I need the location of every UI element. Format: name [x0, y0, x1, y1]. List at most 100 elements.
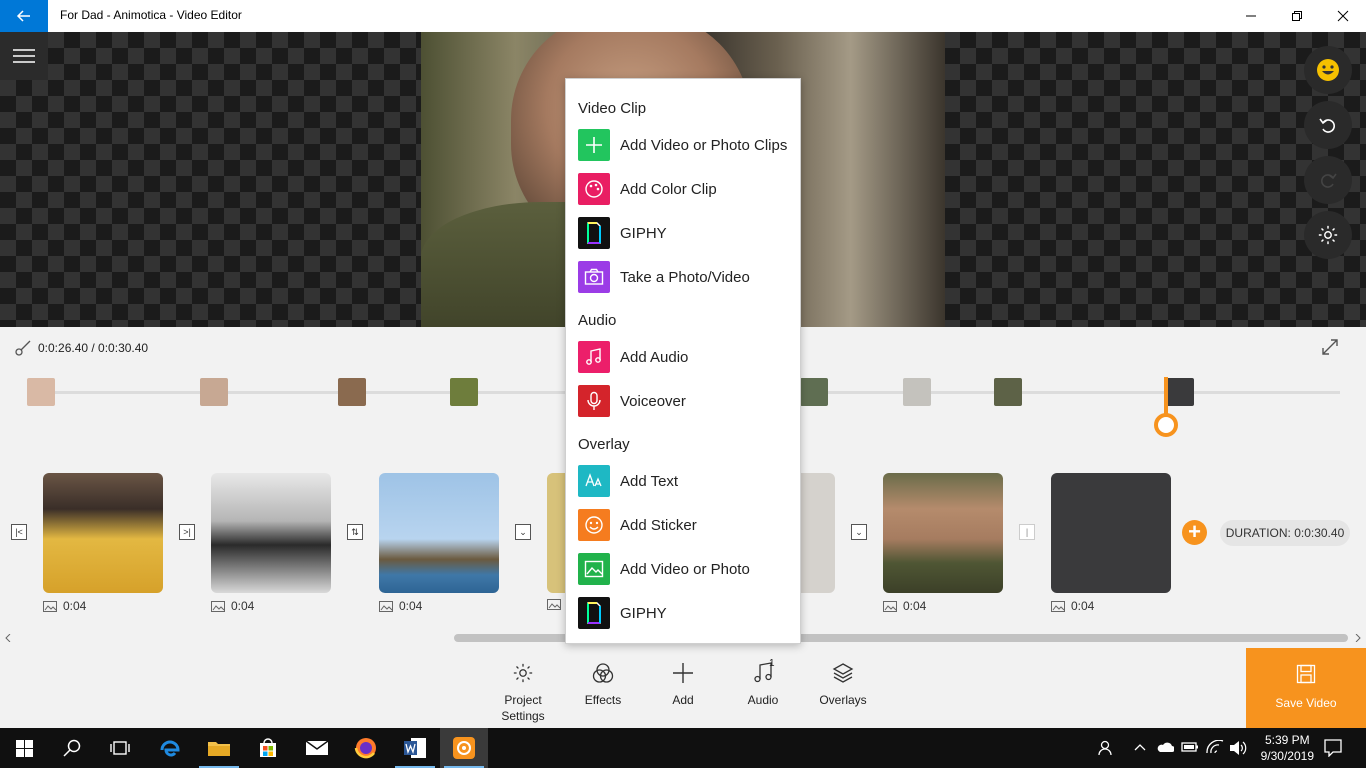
menu-item-label: Add Video or Photo — [620, 560, 750, 578]
clip-duration: 0:04 — [231, 599, 255, 613]
chevron-right-icon[interactable] — [1354, 634, 1362, 642]
menu-item-add-video-photo[interactable]: Add Video or Photo — [578, 552, 798, 586]
text-icon — [578, 465, 610, 497]
clip-duration: 0:04 — [63, 599, 87, 613]
wifi-icon[interactable] — [1206, 740, 1224, 754]
close-button[interactable] — [1320, 0, 1366, 32]
menu-item-label: GIPHY — [620, 224, 667, 242]
search-button[interactable] — [48, 728, 96, 768]
timecode: 0:0:26.40 / 0:0:30.40 — [38, 341, 149, 355]
menu-item-add-audio[interactable]: Add Audio — [578, 340, 798, 374]
edge-button[interactable] — [146, 728, 194, 768]
add-clip-button[interactable]: + — [1182, 520, 1207, 545]
redo-button[interactable] — [1304, 156, 1352, 204]
clock[interactable]: 5:39 PM 9/30/2019 — [1261, 732, 1314, 764]
menu-item-add-video-photo-clips[interactable]: Add Video or Photo Clips — [578, 128, 798, 162]
menu-item-add-color-clip[interactable]: Add Color Clip — [578, 172, 798, 206]
minimize-button[interactable] — [1228, 0, 1274, 32]
menu-item-add-sticker[interactable]: Add Sticker — [578, 508, 798, 542]
giphy-icon — [578, 597, 610, 629]
image-icon — [1051, 600, 1065, 612]
menu-item-take-photo-video[interactable]: Take a Photo/Video — [578, 260, 798, 294]
plus-icon — [578, 129, 610, 161]
clip-thumbnail[interactable] — [799, 473, 835, 593]
chevron-up-icon[interactable] — [1134, 743, 1146, 751]
clip-thumbnail[interactable] — [1051, 473, 1171, 593]
transition-icon[interactable]: | — [1019, 524, 1035, 540]
clip-thumbnail[interactable] — [211, 473, 331, 593]
menu-heading-audio: Audio — [578, 312, 617, 329]
store-button[interactable] — [244, 728, 292, 768]
undo-button[interactable] — [1304, 101, 1352, 149]
clip-info: 0:04 — [379, 599, 422, 613]
word-button[interactable] — [391, 728, 439, 768]
camera-icon — [578, 261, 610, 293]
restore-button[interactable] — [1274, 0, 1320, 32]
minimize-icon — [1246, 15, 1256, 17]
animotica-button[interactable] — [440, 728, 488, 768]
word-icon — [404, 738, 426, 758]
clip-thumbnail[interactable] — [547, 473, 567, 593]
transition-icon[interactable]: ⌄ — [515, 524, 531, 540]
mini-thumb-outdoor[interactable] — [800, 378, 828, 406]
battery-icon[interactable] — [1181, 741, 1199, 753]
image-icon — [379, 600, 393, 612]
edge-icon — [160, 740, 180, 757]
playhead-handle[interactable] — [1154, 413, 1178, 437]
transition-left-icon[interactable]: |< — [11, 524, 27, 540]
gear-icon — [1318, 225, 1338, 245]
back-button[interactable] — [0, 0, 48, 32]
mail-button[interactable] — [293, 728, 341, 768]
transition-icon[interactable]: >| — [179, 524, 195, 540]
clock-date: 9/30/2019 — [1260, 749, 1314, 763]
mini-thumb-face[interactable] — [338, 378, 366, 406]
menu-item-giphy[interactable]: GIPHY — [578, 216, 798, 250]
start-button[interactable] — [0, 728, 48, 768]
people-icon[interactable] — [1097, 740, 1113, 756]
clip-info: 0:04 — [43, 599, 86, 613]
menu-item-overlay-giphy[interactable]: GIPHY — [578, 596, 798, 630]
clip-thumbnail[interactable] — [883, 473, 1003, 593]
project-settings-button[interactable]: Project Settings — [483, 648, 563, 728]
search-icon — [63, 739, 81, 757]
undo-icon — [1319, 118, 1335, 133]
menu-button[interactable] — [0, 32, 48, 80]
save-video-button[interactable]: Save Video — [1246, 648, 1366, 728]
playhead[interactable] — [1164, 377, 1168, 415]
mini-thumb-dark[interactable] — [1166, 378, 1194, 406]
fullscreen-icon[interactable] — [1320, 337, 1340, 357]
settings-button[interactable] — [1304, 211, 1352, 259]
mini-thumb-child[interactable] — [27, 378, 55, 406]
firefox-icon — [354, 738, 376, 759]
microphone-icon — [578, 385, 610, 417]
emoji-button[interactable] — [1304, 46, 1352, 94]
chevron-left-icon[interactable] — [4, 634, 12, 642]
menu-item-add-text[interactable]: Add Text — [578, 464, 798, 498]
close-icon — [1337, 10, 1349, 22]
transition-icon[interactable]: ⌄ — [851, 524, 867, 540]
menu-item-voiceover[interactable]: Voiceover — [578, 384, 798, 418]
clip-thumbnail[interactable] — [43, 473, 163, 593]
bottom-toolbar: Project Settings Effects Add 1 Audio Ove… — [0, 648, 1366, 728]
mini-thumb-portrait[interactable] — [200, 378, 228, 406]
transition-icon[interactable]: ⇅ — [347, 524, 363, 540]
menu-heading-overlay: Overlay — [578, 436, 630, 453]
mini-thumb-oldman[interactable] — [903, 378, 931, 406]
mini-thumb-man[interactable] — [994, 378, 1022, 406]
task-view-button[interactable] — [96, 728, 144, 768]
scissors-icon[interactable] — [14, 339, 32, 357]
volume-icon[interactable] — [1229, 740, 1247, 756]
onedrive-icon[interactable] — [1156, 741, 1174, 753]
overlays-button[interactable]: Overlays — [803, 648, 883, 728]
notification-icon[interactable] — [1324, 739, 1342, 757]
file-explorer-button[interactable] — [195, 728, 243, 768]
mini-thumb-yellow[interactable] — [450, 378, 478, 406]
add-button[interactable]: Add — [643, 648, 723, 728]
effects-button[interactable]: Effects — [563, 648, 643, 728]
clip-thumbnail[interactable] — [379, 473, 499, 593]
firefox-button[interactable] — [342, 728, 390, 768]
save-video-label: Save Video — [1275, 696, 1337, 710]
smiley-icon — [578, 509, 610, 541]
audio-button[interactable]: 1 Audio — [723, 648, 803, 728]
image-icon — [211, 600, 225, 612]
